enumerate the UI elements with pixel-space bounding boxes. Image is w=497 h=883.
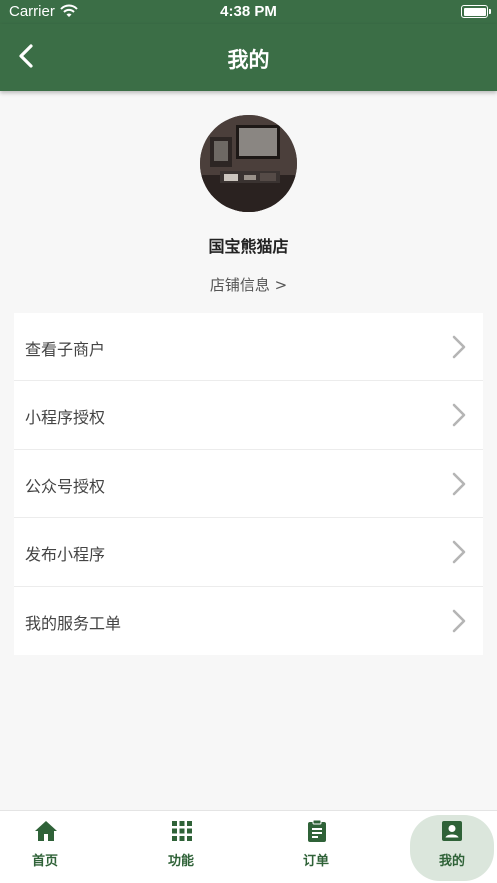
store-info-link[interactable]: 店铺信息 > bbox=[0, 274, 497, 295]
menu-item-label: 查看子商户 bbox=[25, 340, 106, 359]
menu-item-mini-program-auth[interactable]: 小程序授权 bbox=[14, 381, 483, 450]
chevron-right-icon bbox=[452, 335, 466, 359]
menu-item-publish-mini-program[interactable]: 发布小程序 bbox=[14, 518, 483, 587]
menu-item-label: 公众号授权 bbox=[25, 476, 106, 496]
menu-item-official-account-auth[interactable]: 公众号授权 bbox=[14, 450, 483, 519]
clipboard-icon bbox=[308, 819, 326, 842]
chevron-right-icon bbox=[452, 540, 466, 564]
tab-label: 功能 bbox=[167, 854, 194, 869]
home-icon bbox=[35, 821, 57, 841]
chevron-right-icon bbox=[452, 609, 466, 632]
tab-label: 首页 bbox=[31, 854, 58, 869]
chevron-right-icon bbox=[452, 472, 466, 496]
status-bar: Carrier 4:38 PM bbox=[0, 0, 497, 24]
battery-icon bbox=[461, 5, 491, 18]
grid-icon bbox=[172, 821, 192, 841]
store-avatar[interactable] bbox=[200, 115, 297, 212]
menu-item-label: 发布小程序 bbox=[25, 545, 106, 565]
tab-bar: 首页 功能 订单 我的 bbox=[0, 810, 497, 883]
tab-home[interactable]: 首页 bbox=[0, 811, 90, 883]
menu-item-label: 我的服务工单 bbox=[25, 613, 122, 633]
tab-label: 我的 bbox=[438, 854, 465, 869]
menu-list: 查看子商户 小程序授权 公众号授权 发布小程序 我的服务工单 bbox=[14, 313, 483, 655]
store-name: 国宝熊猫店 bbox=[208, 237, 289, 256]
status-time: 4:38 PM bbox=[220, 3, 277, 20]
page-title: 我的 bbox=[227, 48, 270, 72]
tab-me[interactable]: 我的 bbox=[410, 811, 497, 883]
menu-item-label: 小程序授权 bbox=[25, 408, 106, 428]
profile-icon bbox=[442, 821, 462, 841]
menu-item-sub-merchants[interactable]: 查看子商户 bbox=[14, 313, 483, 382]
tab-functions[interactable]: 功能 bbox=[136, 811, 226, 883]
nav-bar: 我的 bbox=[0, 24, 497, 91]
tab-orders[interactable]: 订单 bbox=[271, 811, 361, 883]
menu-item-service-tickets[interactable]: 我的服务工单 bbox=[14, 587, 483, 655]
tab-label: 订单 bbox=[302, 854, 329, 869]
chevron-right-icon bbox=[452, 404, 466, 427]
